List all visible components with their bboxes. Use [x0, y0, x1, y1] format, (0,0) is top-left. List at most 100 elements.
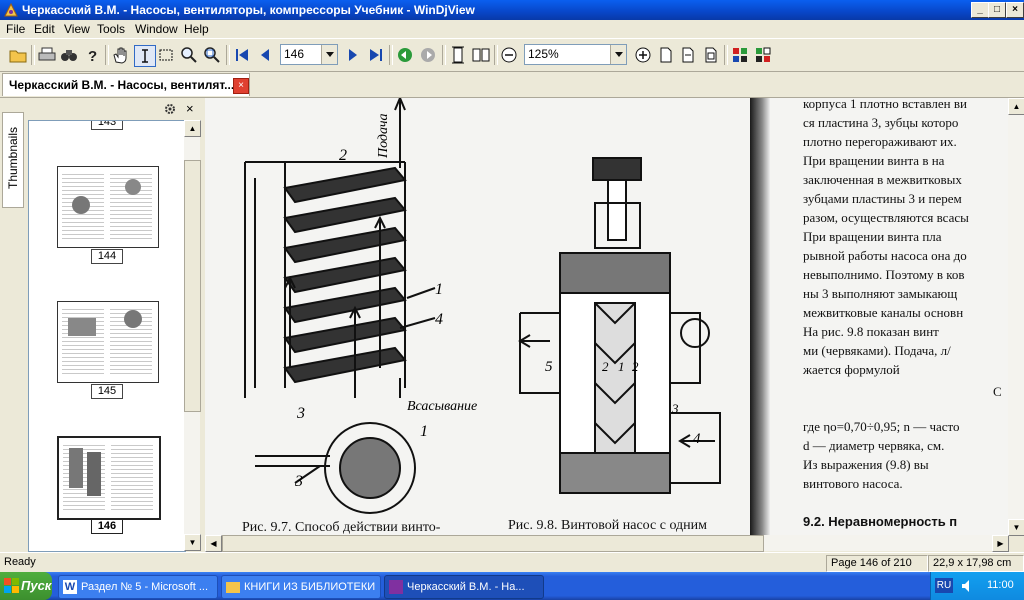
- taskbar-item-word[interactable]: W Раздел № 5 - Microsoft ...: [58, 575, 218, 599]
- text-line: невыполнимо. Поэтому в ков: [803, 267, 965, 282]
- figure-9-8: 5 2 1 2 3 4: [518, 157, 721, 494]
- toolbar-separator: [389, 45, 393, 65]
- scroll-left-icon[interactable]: ◀: [205, 535, 222, 552]
- thumbnails-side-tab[interactable]: Thumbnails: [2, 112, 24, 208]
- open-folder-icon[interactable]: [8, 45, 28, 65]
- close-tab-icon[interactable]: ×: [233, 78, 249, 94]
- text-line: заключенная в межвитковых: [803, 172, 962, 187]
- fit-page-icon[interactable]: [701, 45, 721, 65]
- scroll-up-icon[interactable]: ▲: [184, 120, 201, 137]
- status-ready: Ready: [4, 556, 36, 568]
- text-line: ся пластина 3, зубцы которо: [803, 115, 959, 130]
- gear-icon[interactable]: [164, 103, 176, 118]
- text-line: ми (червяками). Подача, л/: [803, 343, 951, 358]
- start-button[interactable]: Пуск: [0, 572, 52, 600]
- zoom-dropdown-arrow-icon[interactable]: [610, 45, 626, 64]
- previous-page-icon[interactable]: [255, 45, 275, 65]
- taskbar-item-folder[interactable]: КНИГИ ИЗ БИБЛИОТЕКИ: [221, 575, 381, 599]
- back-icon[interactable]: [395, 45, 415, 65]
- zoom-combo[interactable]: [524, 44, 627, 65]
- figure-label: 2: [632, 359, 639, 374]
- hand-tool-icon[interactable]: [110, 45, 130, 65]
- zoom-in-icon[interactable]: [633, 45, 653, 65]
- next-page-icon[interactable]: [343, 45, 363, 65]
- fit-width-icon[interactable]: [678, 45, 698, 65]
- figure-9-7: 2 Подача 1 4 3 Всасывание 1 3: [244, 98, 477, 514]
- taskbar-item-windjview[interactable]: Черкасский В.М. - На...: [384, 575, 544, 599]
- forward-icon[interactable]: [418, 45, 438, 65]
- magnify-icon[interactable]: [179, 45, 199, 65]
- scroll-right-icon[interactable]: ▶: [992, 535, 1009, 552]
- toolbar-separator: [31, 45, 35, 65]
- last-page-icon[interactable]: [366, 45, 386, 65]
- caption-fig-9-8: Рис. 9.8. Винтовой насос с одним: [508, 518, 708, 533]
- scroll-down-icon[interactable]: ▼: [1008, 519, 1024, 536]
- close-panel-icon[interactable]: ×: [186, 101, 194, 116]
- actual-size-icon[interactable]: [656, 45, 676, 65]
- document-tab[interactable]: Черкасский В.М. - Насосы, вентилят... ×: [2, 73, 250, 96]
- formula-mark: С: [993, 384, 1002, 399]
- page-number-input[interactable]: [281, 45, 323, 62]
- page-dropdown-arrow-icon[interactable]: [321, 45, 337, 64]
- section-heading: 9.2. Неравномерность п: [803, 514, 958, 529]
- scroll-down-icon[interactable]: ▼: [184, 534, 201, 551]
- thumbnail-page-146[interactable]: [57, 436, 161, 520]
- text-line: плотно перегораживают их.: [803, 134, 957, 149]
- help-icon[interactable]: ?: [82, 45, 102, 65]
- taskbar-item-label: КНИГИ ИЗ БИБЛИОТЕКИ: [244, 581, 376, 593]
- clock: 11:00: [987, 579, 1014, 591]
- thumbnail-page-145[interactable]: [57, 301, 159, 383]
- minimize-button[interactable]: _: [971, 2, 989, 18]
- text-line: корпуса 1 плотно вставлен ви: [803, 98, 967, 111]
- document-page: 2 Подача 1 4 3 Всасывание 1 3 5 2 1 2 3 …: [205, 98, 1008, 535]
- caption-fig-9-7: Рис. 9.7. Способ действии винто-: [242, 520, 441, 535]
- zoom-input[interactable]: [525, 45, 611, 62]
- scrollbar-thumb[interactable]: [184, 160, 201, 412]
- thumbnail-list: 143 144 145 146: [28, 120, 186, 552]
- window-title: Черкасский В.М. - Насосы, вентиляторы, к…: [22, 3, 475, 17]
- zoom-rect-icon[interactable]: [202, 45, 222, 65]
- find-binoculars-icon[interactable]: [59, 45, 79, 65]
- volume-icon[interactable]: [961, 579, 975, 593]
- thumbnail-page-144[interactable]: [57, 166, 159, 248]
- text-line: При вращении винта в на: [803, 153, 945, 168]
- menu-edit[interactable]: Edit: [34, 22, 55, 36]
- menu-view[interactable]: View: [64, 22, 90, 36]
- text-line: винтового насоса.: [803, 476, 903, 491]
- color-mode-icon[interactable]: [730, 45, 750, 65]
- language-indicator[interactable]: RU: [935, 578, 953, 593]
- print-icon[interactable]: [37, 45, 57, 65]
- document-vertical-scrollbar[interactable]: ▲ ▼: [1008, 98, 1024, 536]
- close-window-button[interactable]: ×: [1006, 2, 1024, 18]
- zoom-out-icon[interactable]: [499, 45, 519, 65]
- maximize-button[interactable]: □: [988, 2, 1006, 18]
- taskbar-item-label: Раздел № 5 - Microsoft ...: [81, 581, 209, 593]
- horizontal-scroll-thumb[interactable]: [222, 535, 764, 552]
- scroll-up-icon[interactable]: ▲: [1008, 98, 1024, 115]
- text-line: Из выражения (9.8) вы: [803, 457, 929, 472]
- thumbnail-number: 146: [91, 519, 123, 534]
- display-mode-icon[interactable]: [753, 45, 773, 65]
- facing-pages-icon[interactable]: [471, 45, 491, 65]
- toolbar-separator: [226, 45, 230, 65]
- thumbnails-side-tab-label: Thumbnails: [6, 126, 20, 190]
- menu-help[interactable]: Help: [184, 22, 209, 36]
- select-text-icon[interactable]: [134, 45, 156, 67]
- first-page-icon[interactable]: [232, 45, 252, 65]
- page-number-combo[interactable]: [280, 44, 338, 65]
- text-line: межвитковые каналы основн: [803, 305, 964, 320]
- figure-label: 1: [435, 281, 443, 298]
- menu-file[interactable]: File: [6, 22, 25, 36]
- folder-icon: [226, 581, 240, 593]
- figure-label: 2: [339, 147, 347, 164]
- menu-window[interactable]: Window: [135, 22, 178, 36]
- text-line: На рис. 9.8 показан винт: [803, 324, 939, 339]
- thumbnail-number: 143: [91, 121, 123, 130]
- document-viewer[interactable]: 2 Подача 1 4 3 Всасывание 1 3 5 2 1 2 3 …: [205, 98, 1008, 535]
- single-page-icon[interactable]: [448, 45, 468, 65]
- toolbar-separator: [724, 45, 728, 65]
- select-rect-icon[interactable]: [156, 45, 176, 65]
- menu-tools[interactable]: Tools: [97, 22, 125, 36]
- document-horizontal-scrollbar[interactable]: ◀ ▶: [205, 535, 1009, 552]
- thumbnails-scrollbar[interactable]: ▲ ▼: [184, 120, 201, 551]
